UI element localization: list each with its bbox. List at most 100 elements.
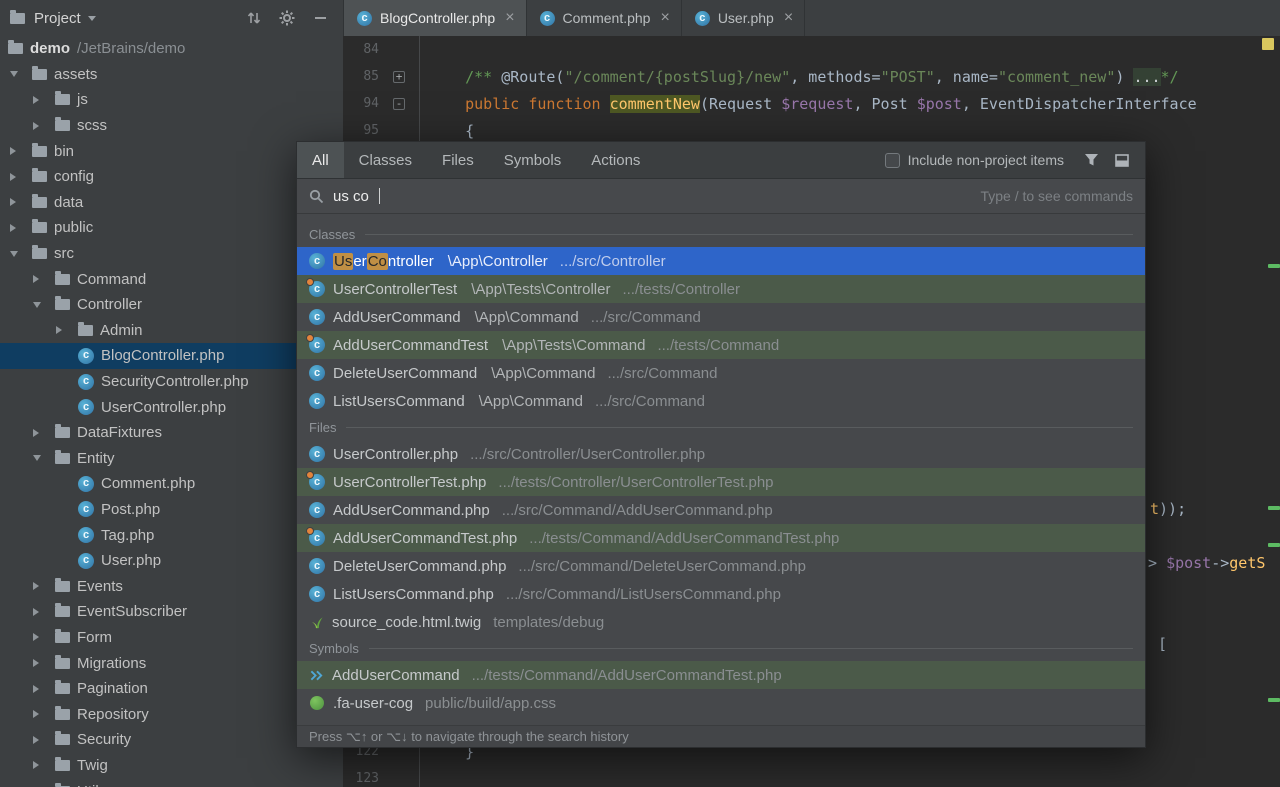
tree-item-post-php[interactable]: c Post.php [0,497,343,523]
vcs-change-stripe-mark[interactable] [1268,543,1280,547]
tree-item-twig[interactable]: Twig [0,753,343,779]
search-result-row[interactable]: c DeleteUserCommand.php .../src/Command/De… [297,552,1145,580]
search-result-row[interactable]: AddUserCommand .../tests/Command/AddUserC… [297,661,1145,689]
tree-item-datafixtures[interactable]: DataFixtures [0,420,343,446]
code-line[interactable]: 85 + /** @Route("/comment/{postSlug}/new"… [343,63,1280,90]
settings-gear-icon[interactable] [274,0,300,36]
tree-item-label: scss [77,117,107,135]
tree-item-data[interactable]: data [0,190,343,216]
filter-icon[interactable] [1084,142,1099,178]
tree-item-assets[interactable]: assets [0,62,343,88]
tree-item-src[interactable]: src [0,241,343,267]
result-namespace: \App\Tests\Command [502,336,646,354]
tree-item-public[interactable]: public [0,215,343,241]
folder-icon [55,654,70,669]
popup-tab-symbols[interactable]: Symbols [489,142,577,178]
open-in-find-window-icon[interactable] [1115,142,1129,178]
close-tab-icon[interactable]: × [660,10,669,26]
tree-item-form[interactable]: Form [0,625,343,651]
fold-marker[interactable]: + [393,70,405,83]
vcs-change-stripe-mark[interactable] [1268,264,1280,268]
result-path: .../src/Command/DeleteUserCommand.php [518,557,807,575]
result-namespace: \App\Command [491,364,596,382]
tree-item-label: UserController.php [101,398,227,416]
project-dropdown[interactable]: Project [34,10,81,27]
checkbox-unchecked[interactable] [884,152,900,168]
code-line[interactable]: 84 [343,36,1280,63]
twig-template-icon [309,615,324,630]
search-field[interactable]: us co Type / to see commands [297,179,1145,214]
tree-item-migrations[interactable]: Migrations [0,650,343,676]
tree-item-entity[interactable]: Entity [0,446,343,472]
tree-item-events[interactable]: Events [0,573,343,599]
popup-tab-files[interactable]: Files [427,142,489,178]
search-result-row[interactable]: c AddUserCommandTest \App\Tests\Command...… [297,331,1145,359]
search-result-row[interactable]: c AddUserCommand.php .../src/Command/AddUs… [297,496,1145,524]
tree-item-label: public [54,219,94,237]
tree-item-security[interactable]: Security [0,727,343,753]
code-line[interactable]: 123 [343,765,1280,787]
match-highlight: Co [366,252,388,270]
editor-tab-comment-php[interactable]: c Comment.php × [527,0,682,36]
warning-stripe-mark[interactable] [1262,38,1274,50]
code-line[interactable]: 94 - public function commentNew(Request $… [343,90,1280,117]
search-result-row[interactable]: c AddUserCommandTest.php .../tests/Command… [297,524,1145,552]
close-tab-icon[interactable]: × [505,10,514,26]
tree-item-tag-php[interactable]: c Tag.php [0,522,343,548]
popup-tab-all[interactable]: All [297,142,344,178]
search-query-text[interactable]: us co [333,188,369,205]
result-path: .../src/Command [594,392,705,410]
tree-item-admin[interactable]: Admin [0,318,343,344]
hide-panel-icon[interactable] [307,0,333,36]
tree-item-eventsubscriber[interactable]: EventSubscriber [0,599,343,625]
match-highlight: Us [333,252,354,270]
php-class-icon: c [78,552,94,569]
folder-icon [32,142,47,157]
chevron-right-icon [33,684,55,693]
editor-tab-blogcontroller-php[interactable]: c BlogController.php × [344,0,527,36]
search-result-row[interactable]: c UserControllerTest.php .../tests/Control… [297,468,1145,496]
tree-item-utils[interactable]: Utils [0,778,343,787]
search-result-row[interactable]: c UserController.php .../src/Controller/Us… [297,440,1145,468]
tab-label: Comment.php [562,10,651,26]
editor-tab-user-php[interactable]: c User.php × [682,0,806,36]
vcs-change-stripe-mark[interactable] [1268,506,1280,510]
result-name: UserControllerTest [333,280,458,298]
search-result-row[interactable]: c UserController \App\Controller .../src/Co… [297,247,1145,275]
tree-item-securitycontroller-php[interactable]: c SecurityController.php [0,369,343,395]
code-line[interactable]: 95 { [343,117,1280,144]
popup-tab-actions[interactable]: Actions [576,142,655,178]
tree-item-scss[interactable]: scss [0,113,343,139]
popup-tab-classes[interactable]: Classes [344,142,427,178]
vcs-change-stripe-mark[interactable] [1268,698,1280,702]
search-result-row[interactable]: c AddUserCommand \App\Command .../src/Comma… [297,303,1145,331]
fold-marker[interactable]: - [393,97,405,110]
tree-item-js[interactable]: js [0,87,343,113]
tree-root-item[interactable]: demo /JetBrains/demo [0,36,343,62]
result-name: AddUserCommand [332,666,460,684]
up-down-arrows-icon[interactable] [241,0,267,36]
search-result-row[interactable]: .fa-user-cog public/build/app.css [297,689,1145,717]
tree-item-user-php[interactable]: c User.php [0,548,343,574]
tree-item-comment-php[interactable]: c Comment.php [0,471,343,497]
chevron-down-icon [10,250,32,257]
chevron-down-icon[interactable] [87,16,96,25]
tree-item-bin[interactable]: bin [0,138,343,164]
include-non-project-items[interactable]: Include non-project items [884,142,1064,178]
tree-item-command[interactable]: Command [0,266,343,292]
tree-item-usercontroller-php[interactable]: c UserController.php [0,394,343,420]
tree-item-blogcontroller-php[interactable]: c BlogController.php [0,343,343,369]
tab-label: User.php [717,10,774,26]
tree-item-pagination[interactable]: Pagination [0,676,343,702]
search-hint: Type / to see commands [980,188,1133,204]
tree-item-controller[interactable]: Controller [0,292,343,318]
search-result-row[interactable]: c ListUsersCommand.php .../src/Command/Lis… [297,580,1145,608]
tree-item-config[interactable]: config [0,164,343,190]
search-result-row[interactable]: source_code.html.twig templates/debug [297,608,1145,636]
tree-item-repository[interactable]: Repository [0,701,343,727]
search-result-row[interactable]: c ListUsersCommand \App\Command .../src/Com… [297,387,1145,415]
search-result-row[interactable]: c DeleteUserCommand \App\Command .../src/Co… [297,359,1145,387]
close-tab-icon[interactable]: × [784,10,793,26]
search-result-row[interactable]: c UserControllerTest \App\Tests\Controller… [297,275,1145,303]
chevron-right-icon [33,633,55,642]
